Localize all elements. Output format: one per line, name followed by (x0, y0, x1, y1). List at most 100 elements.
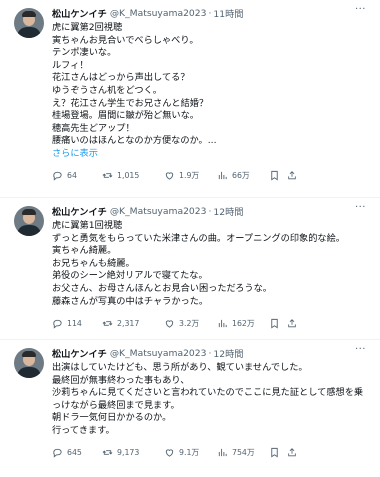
action-bar: 114 2,317 3.2万 162万 (52, 312, 372, 334)
bookmark-icon (271, 318, 278, 329)
reply-icon (53, 171, 62, 181)
tweet-line: 穂高先生どアップ！ (52, 122, 135, 134)
bookmark-button[interactable] (269, 170, 287, 181)
views-icon (218, 448, 227, 457)
reply-icon (53, 448, 62, 458)
view-count: 754万 (232, 448, 255, 458)
like-button[interactable]: 1.9万 (164, 170, 217, 181)
reply-count: 64 (67, 171, 77, 181)
views-button[interactable]: 754万 (217, 447, 269, 458)
show-more-link[interactable]: さらに表示 (52, 148, 372, 161)
like-button[interactable]: 9.1万 (164, 447, 217, 458)
like-count: 1.9万 (179, 171, 200, 181)
tweet-line: 朝ドラ一気何日かかるのか。 (52, 412, 172, 424)
tweet-line: お兄ちゃんも綺麗。 (52, 257, 135, 269)
retweet-count: 2,317 (117, 318, 140, 328)
share-icon (288, 318, 296, 327)
bookmark-button[interactable] (269, 447, 287, 458)
author-handle[interactable]: @K_Matsuyama2023 (110, 8, 207, 19)
reply-button[interactable]: 64 (52, 170, 102, 181)
tweet-line: 花江さんはどっから声出してる？ (52, 72, 190, 84)
tweet-line: ずっと勇気をもらっていた米津さんの曲。オープニングの印象的な絵。 (52, 232, 345, 244)
tweet-line: 桂場登場。眉間に皺が殆ど無いな。 (52, 110, 199, 122)
heart-icon (165, 172, 174, 180)
timeline-feed: 松山ケンイチ @K_Matsuyama2023 · 11時間 ··· 虎に翼第2… (0, 0, 380, 477)
avatar[interactable] (14, 348, 44, 378)
avatar[interactable] (14, 8, 44, 38)
timestamp[interactable]: 12時間 (213, 204, 243, 218)
tweet-line: ルフィ！ (52, 59, 89, 71)
timestamp[interactable]: 12時間 (213, 346, 243, 360)
views-button[interactable]: 66万 (217, 170, 269, 181)
reply-icon (53, 319, 62, 329)
author-handle[interactable]: @K_Matsuyama2023 (110, 206, 207, 217)
action-bar: 64 1,015 1.9万 66万 (52, 165, 372, 187)
tweet-line: お父さん、お母さんほんとお見合い困っただろうな。 (52, 282, 272, 294)
retweet-button[interactable]: 1,015 (102, 170, 164, 181)
tweet-header: 松山ケンイチ @K_Matsuyama2023 · 12時間 (52, 204, 244, 219)
reply-count: 114 (67, 318, 82, 328)
more-icon[interactable]: ··· (355, 202, 366, 213)
bookmark-icon (271, 447, 278, 458)
view-count: 66万 (232, 171, 250, 181)
reply-button[interactable]: 645 (52, 447, 102, 458)
reply-button[interactable]: 114 (52, 318, 102, 329)
share-button[interactable] (287, 170, 301, 181)
tweet-header: 松山ケンイチ @K_Matsuyama2023 · 11時間 (52, 6, 244, 21)
tweet-line: っけながら最終回まで見ます。 (52, 399, 180, 411)
reply-count: 645 (67, 448, 82, 458)
author-name[interactable]: 松山ケンイチ (52, 6, 107, 20)
author-handle[interactable]: @K_Matsuyama2023 (110, 348, 207, 359)
timestamp[interactable]: 11時間 (213, 6, 243, 20)
views-icon (218, 171, 227, 180)
share-icon (288, 171, 296, 180)
view-count: 162万 (232, 318, 255, 328)
retweet-icon (102, 450, 113, 455)
retweet-count: 9,173 (117, 448, 140, 458)
more-icon[interactable]: ··· (355, 4, 366, 15)
tweet-line: 虎に翼第1回視聴 (52, 220, 123, 231)
views-button[interactable]: 162万 (217, 318, 269, 329)
retweet-count: 1,015 (117, 171, 140, 181)
tweet[interactable]: 松山ケンイチ @K_Matsuyama2023 · 12時間 ··· 出演はして… (0, 340, 380, 477)
tweet-header: 松山ケンイチ @K_Matsuyama2023 · 12時間 (52, 346, 244, 361)
tweet-line: 行ってきます。 (52, 424, 115, 436)
tweet-line: 腰痛いのはほんとなのか方便なのか。... (52, 135, 217, 147)
like-count: 3.2万 (179, 318, 200, 328)
tweet[interactable]: 松山ケンイチ @K_Matsuyama2023 · 11時間 ··· 虎に翼第2… (0, 0, 380, 198)
tweet-line: 弟役のシーン絶対リアルで寝てたな。 (52, 270, 208, 282)
tweet-line: 出演はしていたけども、思う所があり、観ていませんでした。 (52, 362, 308, 373)
tweet[interactable]: 松山ケンイチ @K_Matsuyama2023 · 12時間 ··· 虎に翼第1… (0, 198, 380, 340)
share-button[interactable] (287, 318, 301, 329)
tweet-line: 寅ちゃんお見合いでべらしゃべり。 (52, 34, 199, 46)
tweet-line: え？花江さん学生でお兄さんと結婚？ (52, 97, 209, 109)
tweet-line: ゆうぞうさん机をどつく。 (52, 84, 162, 96)
retweet-icon (102, 173, 113, 178)
retweet-icon (102, 320, 113, 326)
author-name[interactable]: 松山ケンイチ (52, 346, 107, 360)
tweet-line: テンポ凄いな。 (52, 47, 117, 59)
retweet-button[interactable]: 9,173 (102, 447, 164, 458)
tweet-line: 沙莉ちゃんに見てくださいと言われていたのでここに見た証として感想を乗 (52, 387, 364, 399)
like-count: 9.1万 (179, 448, 200, 458)
tweet-line: 寅ちゃん綺麗。 (52, 245, 117, 257)
tweet-text: 虎に翼第2回視聴 寅ちゃんお見合いでべらしゃべり。 テンポ凄いな。 ルフィ！ 花… (52, 22, 372, 161)
tweet-line: 最終回が無事終わった事もあり、 (52, 374, 190, 386)
bookmark-button[interactable] (269, 318, 287, 329)
bookmark-icon (271, 170, 278, 181)
tweet-text: 虎に翼第1回視聴 ずっと勇気をもらっていた米津さんの曲。オープニングの印象的な絵… (52, 220, 372, 308)
avatar[interactable] (14, 206, 44, 236)
retweet-button[interactable]: 2,317 (102, 318, 164, 329)
heart-icon (165, 449, 174, 457)
share-icon (288, 448, 296, 457)
views-icon (218, 319, 227, 327)
author-name[interactable]: 松山ケンイチ (52, 204, 107, 218)
action-bar: 645 9,173 9.1万 754万 (52, 442, 372, 464)
like-button[interactable]: 3.2万 (164, 318, 217, 329)
tweet-line: 藤森さんが写真の中はチャラかった。 (52, 295, 209, 307)
more-icon[interactable]: ··· (355, 344, 366, 355)
tweet-line: 虎に翼第2回視聴 (52, 22, 123, 33)
share-button[interactable] (287, 447, 301, 458)
tweet-text: 出演はしていたけども、思う所があり、観ていませんでした。 最終回が無事終わった事… (52, 362, 372, 438)
heart-icon (165, 320, 174, 328)
